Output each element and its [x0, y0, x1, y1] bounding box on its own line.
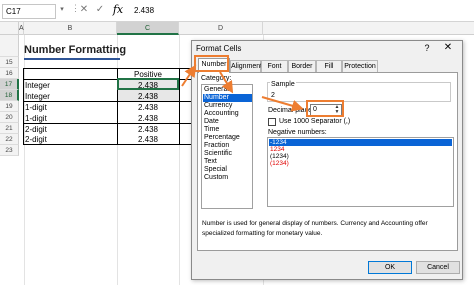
excel-window: C17 ▾ ⋮ ✕ ✓ fx 2.438 A B C D 15 16 17 18… [0, 0, 474, 285]
category-item-percentage[interactable]: Percentage [203, 134, 252, 142]
insert-function-button[interactable]: fx [110, 3, 126, 18]
negative-format-item[interactable]: (1234) [269, 160, 452, 167]
tab-fill[interactable]: Fill [316, 60, 342, 72]
category-item-text[interactable]: Text [203, 158, 252, 166]
category-item-date[interactable]: Date [203, 118, 252, 126]
annotation-highlight-decimal-places [306, 100, 344, 117]
category-item-accounting[interactable]: Accounting [203, 110, 252, 118]
formula-separator: ⋮ [71, 3, 80, 13]
column-header-c[interactable]: C [117, 22, 179, 35]
row-header-15[interactable]: 15 [0, 57, 19, 68]
negative-numbers-list[interactable]: -1234 1234 (1234) (1234) [267, 137, 454, 207]
category-item-number[interactable]: Number [203, 94, 252, 102]
select-all-corner[interactable] [0, 22, 19, 35]
negative-format-item[interactable]: 1234 [269, 146, 452, 153]
sample-value: 2 [271, 92, 275, 99]
thousands-separator-label: Use 1000 Separator (,) [279, 118, 351, 125]
category-item-fraction[interactable]: Fraction [203, 142, 252, 150]
table-row-label[interactable]: Integer [24, 80, 50, 91]
sample-label: Sample [270, 81, 296, 88]
tab-font[interactable]: Font [261, 60, 288, 72]
ok-button[interactable]: OK [368, 261, 412, 274]
negative-format-item[interactable]: -1234 [269, 139, 452, 146]
row-header-16[interactable]: 16 [0, 68, 19, 79]
title-underline [24, 58, 120, 60]
negative-format-item[interactable]: (1234) [269, 153, 452, 160]
category-description: Number is used for general display of nu… [202, 220, 428, 237]
tab-alignment[interactable]: Alignment [230, 60, 262, 72]
row-header-20[interactable]: 20 [0, 112, 19, 123]
annotation-highlight-number-tab [194, 55, 229, 72]
tab-protection[interactable]: Protection [342, 60, 378, 72]
name-box[interactable]: C17 [2, 4, 56, 19]
sheet-title: Number Formatting [24, 44, 127, 56]
formula-bar: C17 ▾ ⋮ ✕ ✓ fx 2.438 [0, 0, 474, 22]
dialog-title: Format Cells [196, 44, 242, 53]
close-icon[interactable]: ✕ [441, 42, 455, 55]
category-item-general[interactable]: General [203, 86, 252, 94]
table-row-value[interactable]: 2.438 [117, 102, 179, 113]
column-header-d[interactable]: D [179, 22, 263, 35]
table-row-label[interactable]: 2-digit [24, 134, 47, 145]
thousands-separator-checkbox[interactable] [268, 118, 276, 126]
table-col-divider [179, 68, 180, 145]
row-header-23[interactable]: 23 [0, 145, 19, 156]
chevron-down-icon[interactable]: ▾ [57, 5, 67, 17]
row-header-19[interactable]: 19 [0, 101, 19, 112]
category-list[interactable]: General Number Currency Accounting Date … [201, 84, 253, 209]
enter-icon[interactable]: ✓ [92, 4, 108, 18]
table-row-label[interactable]: 1-digit [24, 102, 47, 113]
category-item-custom[interactable]: Custom [203, 174, 252, 182]
negative-numbers-label: Negative numbers: [268, 129, 327, 136]
format-cells-dialog: Format Cells ? ✕ Number Alignment Font B… [191, 40, 463, 280]
help-icon[interactable]: ? [421, 43, 433, 55]
category-item-time[interactable]: Time [203, 126, 252, 134]
category-item-currency[interactable]: Currency [203, 102, 252, 110]
row-header-21[interactable]: 21 [0, 123, 19, 134]
tab-border[interactable]: Border [288, 60, 316, 72]
active-cell-border [117, 78, 179, 90]
row-header-22[interactable]: 22 [0, 134, 19, 145]
cancel-button[interactable]: Cancel [416, 261, 460, 274]
category-label: Category: [201, 75, 232, 82]
formula-content[interactable]: 2.438 [130, 4, 470, 19]
row-header-18[interactable]: 18 [0, 90, 19, 101]
table-row-value[interactable]: 2.438 [117, 134, 179, 145]
row-header-blank [0, 35, 19, 57]
column-headers: A B C D [0, 22, 474, 35]
column-header-b[interactable]: B [24, 22, 117, 35]
cancel-icon[interactable]: ✕ [76, 4, 92, 18]
category-item-scientific[interactable]: Scientific [203, 150, 252, 158]
row-header-17[interactable]: 17 [0, 79, 19, 90]
category-item-special[interactable]: Special [203, 166, 252, 174]
